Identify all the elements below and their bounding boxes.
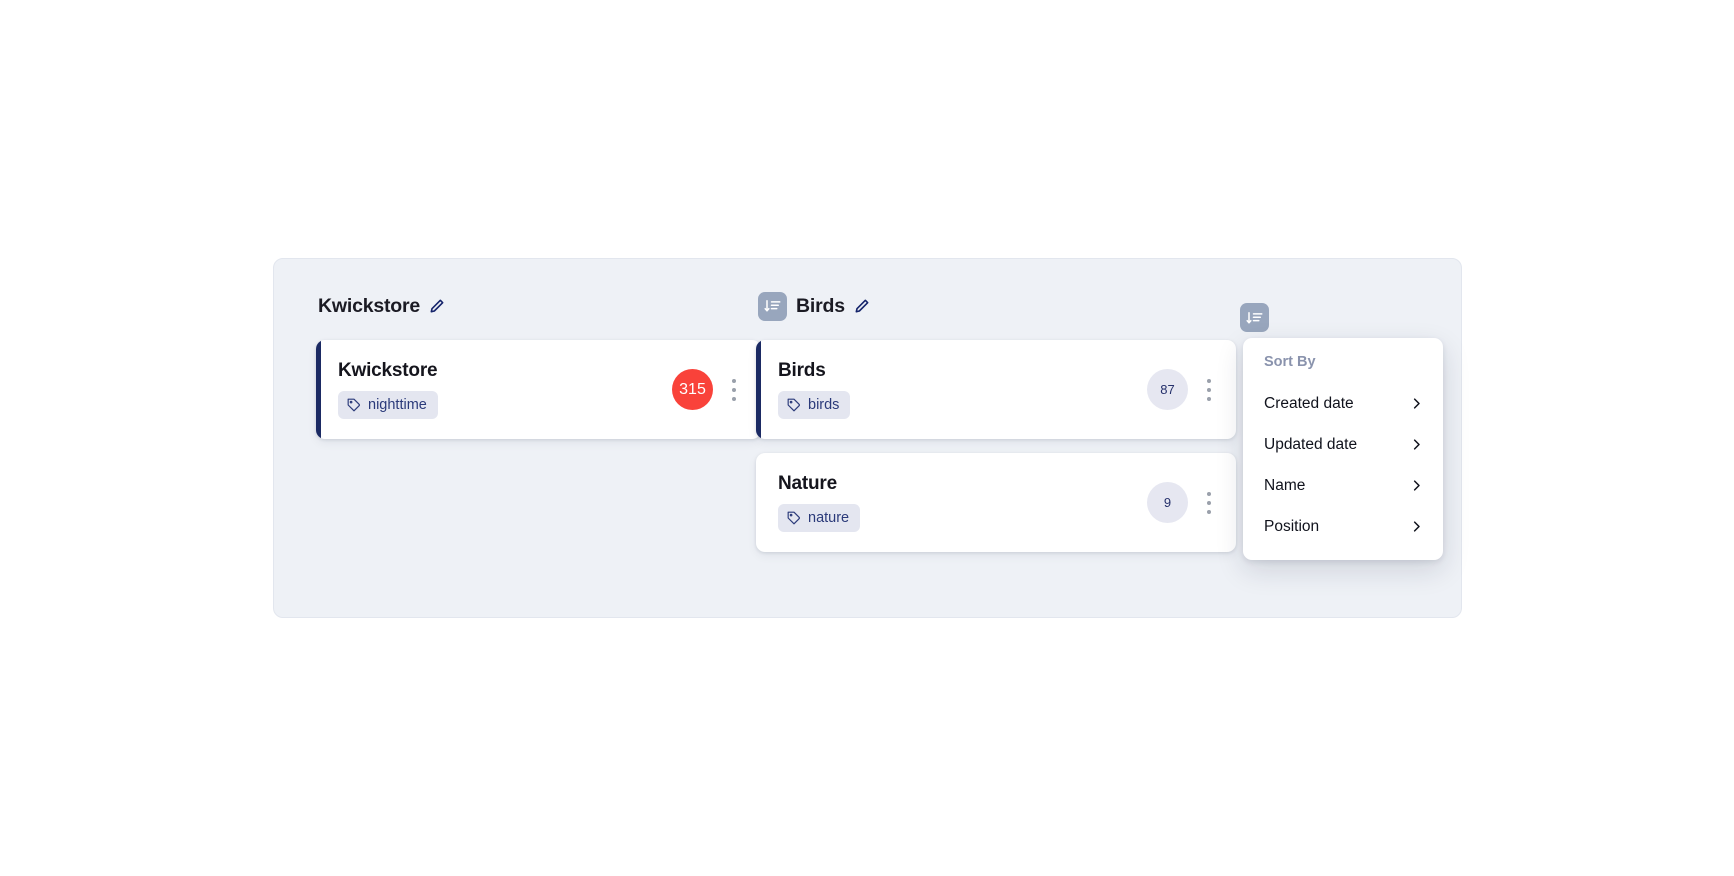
menu-item-position[interactable]: Position xyxy=(1243,506,1443,547)
count-badge: 9 xyxy=(1147,482,1188,523)
menu-item-updated-date[interactable]: Updated date xyxy=(1243,424,1443,465)
chevron-right-icon xyxy=(1409,478,1424,493)
count-badge: 315 xyxy=(672,369,713,410)
tag-label: nature xyxy=(808,509,850,526)
menu-item-name[interactable]: Name xyxy=(1243,465,1443,506)
column-title: Kwickstore xyxy=(318,294,421,317)
pencil-icon[interactable] xyxy=(854,298,870,314)
tag-label: birds xyxy=(808,396,840,413)
card-item[interactable]: Kwickstore nighttime 315 xyxy=(316,340,761,439)
chevron-right-icon xyxy=(1409,396,1424,411)
chevron-right-icon xyxy=(1409,437,1424,452)
tag-icon xyxy=(787,511,801,525)
card-tag[interactable]: nighttime xyxy=(338,390,438,420)
pencil-icon[interactable] xyxy=(429,298,445,314)
card-title: Birds xyxy=(778,359,826,381)
kebab-menu-icon[interactable] xyxy=(723,373,745,407)
sort-descending-icon[interactable] xyxy=(758,291,787,321)
card-content: Nature nature xyxy=(778,473,1147,533)
kebab-menu-icon[interactable] xyxy=(1198,486,1220,520)
card-tag[interactable]: birds xyxy=(778,390,851,420)
column-header: Birds xyxy=(756,289,1236,323)
sort-by-menu: Sort By Created date Updated date Name P… xyxy=(1243,338,1443,560)
column-title: Birds xyxy=(796,294,845,317)
menu-item-label: Position xyxy=(1264,517,1320,535)
card-list: Birds birds 87 Nature nature 9 xyxy=(756,340,1236,552)
card-content: Kwickstore nighttime xyxy=(338,360,672,420)
tag-label: nighttime xyxy=(368,396,427,413)
card-title: Kwickstore xyxy=(338,359,438,381)
tag-icon xyxy=(347,398,361,412)
menu-item-label: Name xyxy=(1264,476,1306,494)
card-item[interactable]: Birds birds 87 xyxy=(756,340,1236,439)
app-root: Kwickstore Kwickstore nighttime 315 Bird… xyxy=(0,0,1734,876)
count-badge: 87 xyxy=(1147,369,1188,410)
column-birds: Birds Birds birds 87 Nature nature 9 xyxy=(756,289,1236,552)
kebab-menu-icon[interactable] xyxy=(1198,373,1220,407)
column-header: Kwickstore xyxy=(316,289,761,323)
menu-item-created-date[interactable]: Created date xyxy=(1243,383,1443,424)
card-item[interactable]: Nature nature 9 xyxy=(756,453,1236,552)
column-kwickstore: Kwickstore Kwickstore nighttime 315 xyxy=(316,289,761,439)
card-tag[interactable]: nature xyxy=(778,503,861,533)
card-meta: 9 xyxy=(1147,482,1220,523)
card-meta: 87 xyxy=(1147,369,1220,410)
sort-descending-icon[interactable] xyxy=(1240,303,1269,332)
card-list: Kwickstore nighttime 315 xyxy=(316,340,761,439)
card-title: Nature xyxy=(778,472,837,494)
chevron-right-icon xyxy=(1409,519,1424,534)
menu-section-label: Sort By xyxy=(1264,354,1316,370)
tag-icon xyxy=(787,398,801,412)
card-content: Birds birds xyxy=(778,360,1147,420)
menu-item-label: Created date xyxy=(1264,394,1354,412)
menu-item-label: Updated date xyxy=(1264,435,1358,453)
card-meta: 315 xyxy=(672,369,745,410)
